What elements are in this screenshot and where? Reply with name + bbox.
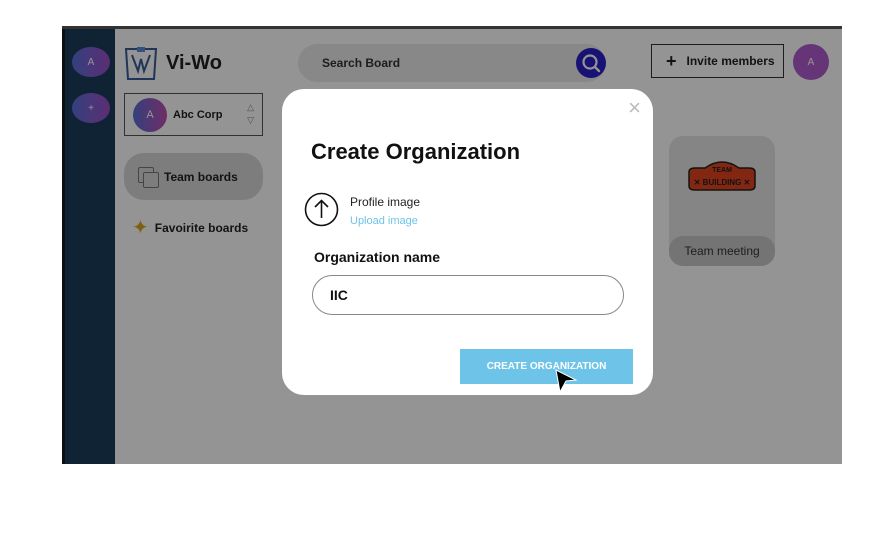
app-window: A + Vi-Wo A Abc Corp △ ▽ Team boards ✦ Fa… — [62, 26, 842, 464]
create-organization-dialog: × Create Organization Profile image Uplo… — [282, 89, 653, 395]
dialog-title: Create Organization — [311, 139, 521, 164]
organization-name-label: Organization name — [314, 249, 441, 265]
upload-icon[interactable] — [304, 192, 339, 227]
mouse-cursor-icon — [555, 369, 578, 394]
profile-image-label: Profile image — [350, 195, 421, 209]
upload-image-link[interactable]: Upload image — [350, 215, 418, 227]
organization-name-input[interactable] — [312, 275, 624, 315]
create-organization-button[interactable]: CREATE ORGANIZATION — [460, 349, 633, 384]
close-icon[interactable]: × — [628, 97, 641, 119]
